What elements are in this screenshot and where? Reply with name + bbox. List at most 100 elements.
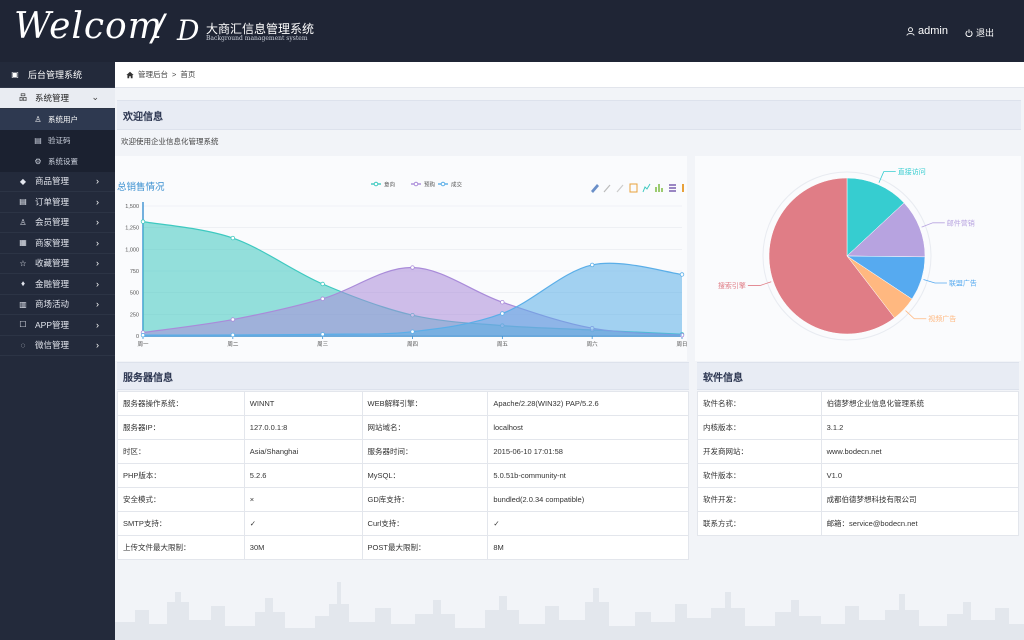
mark-icon-shape bbox=[591, 184, 599, 193]
server-panel-title: 服务器信息 bbox=[117, 362, 689, 390]
data-point[interactable] bbox=[410, 329, 415, 334]
submenu-label: 验证码 bbox=[48, 135, 71, 145]
software-info-row: 软件版本： V1.0 bbox=[697, 463, 1020, 488]
data-point[interactable] bbox=[230, 332, 236, 338]
y-tick-label: 1,000 bbox=[125, 247, 139, 253]
menu-wechat[interactable]: ◌ 微信管理 › bbox=[0, 336, 115, 356]
menu-label: 商场活动 bbox=[35, 299, 70, 310]
menu-favorites[interactable]: ☆ 收藏管理 › bbox=[0, 254, 115, 274]
menu-label: APP管理 bbox=[35, 319, 70, 330]
menu-label: 会员管理 bbox=[35, 217, 70, 228]
menu-finance[interactable]: ♦ 金融管理 › bbox=[0, 274, 115, 295]
submenu-captcha[interactable]: ▤ 验证码 bbox=[0, 129, 115, 151]
doc-icon: ▤ bbox=[34, 135, 42, 145]
top-header: Welcom / D 大商汇信息管理系统 Background manageme… bbox=[0, 0, 1024, 62]
server-info-value-cell: WINNT bbox=[243, 391, 363, 416]
tiled-icon[interactable] bbox=[682, 184, 684, 192]
pie-chart-svg: 直接访问邮件营销联盟广告视频广告 搜索引擎 bbox=[718, 167, 977, 341]
logo-slash: / bbox=[152, 8, 165, 49]
server-info-value-cell: × bbox=[243, 487, 363, 512]
data-point[interactable] bbox=[500, 311, 505, 316]
data-point[interactable] bbox=[140, 332, 146, 338]
legend-marker bbox=[373, 181, 379, 187]
data-point[interactable] bbox=[679, 272, 685, 277]
menu-goods[interactable]: ◆ 商品管理 › bbox=[0, 172, 115, 192]
data-point[interactable] bbox=[410, 265, 415, 270]
breadcrumb: 管理后台 > 首页 bbox=[115, 62, 1024, 88]
software-info-label-cell: 联系方式： bbox=[697, 511, 822, 536]
server-info-table: 服务器操作系统： WINNT WEB解释引擎： Apache/2.28(WIN32) … bbox=[117, 391, 689, 560]
software-title-text: 软件信息 bbox=[703, 372, 743, 384]
server-info-label-cell: 安全模式： bbox=[117, 487, 245, 512]
sidebar: ▣ 后台管理系统 品 系统管理 ⌄ ♙ 系统用户 ▤ 验证码 ⚙ 系统设置 ◆ … bbox=[0, 62, 115, 640]
x-tick-label: 周二 bbox=[227, 341, 239, 348]
server-info-row: PHP版本： 5.2.6 MySQL： 5.0.51b-community-nt bbox=[117, 463, 689, 488]
legend-label: 预购 bbox=[424, 181, 436, 189]
server-info-label-cell: 网站域名： bbox=[361, 415, 489, 440]
menu-members[interactable]: ♙ 会员管理 › bbox=[0, 213, 115, 233]
data-point[interactable] bbox=[140, 219, 146, 224]
data-point[interactable] bbox=[500, 299, 505, 305]
legend-item[interactable]: 预购 bbox=[411, 181, 436, 189]
chevron-down-icon: ⌄ bbox=[91, 92, 99, 103]
user-menu[interactable]: admin bbox=[906, 25, 948, 37]
server-info-label-cell: GD库支持： bbox=[361, 487, 489, 512]
data-point[interactable] bbox=[230, 317, 236, 322]
data-point[interactable] bbox=[320, 332, 325, 337]
submenu-settings[interactable]: ⚙ 系统设置 bbox=[0, 150, 115, 172]
data-point[interactable] bbox=[230, 235, 236, 241]
member-icon: ♙ bbox=[19, 217, 27, 227]
software-info-value-cell: 邮箱：service@bodecn.net bbox=[820, 511, 1020, 536]
sales-area-chart: 总销售情况 意向 预购 成交 0 250 500 750 1,000 1,250 1,500 周一 周二… bbox=[117, 181, 688, 349]
stack-icon[interactable] bbox=[669, 184, 676, 192]
x-tick-label: 周五 bbox=[497, 341, 509, 348]
breadcrumb-current: 首页 bbox=[180, 70, 196, 79]
mark-clear-icon[interactable] bbox=[616, 184, 624, 193]
submenu-label: 系统用户 bbox=[48, 114, 78, 124]
mark-icon[interactable] bbox=[591, 184, 599, 193]
legend-item[interactable]: 意向 bbox=[371, 181, 395, 189]
menu-label: 微信管理 bbox=[35, 340, 70, 351]
goods-icon: ◆ bbox=[19, 176, 27, 186]
activity-icon: ▥ bbox=[19, 299, 27, 309]
gear-icon: ⚙ bbox=[34, 156, 42, 166]
software-info-label-cell: 软件名称： bbox=[697, 391, 822, 416]
software-info-value-cell: 3.1.2 bbox=[820, 415, 1020, 440]
server-info-value-cell: Asia/Shanghai bbox=[243, 439, 363, 464]
data-point[interactable] bbox=[320, 296, 325, 301]
legend-item[interactable]: 成交 bbox=[438, 181, 463, 189]
data-point[interactable] bbox=[320, 281, 325, 287]
y-tick-label: 750 bbox=[130, 269, 139, 275]
menu-app[interactable]: ☐ APP管理 › bbox=[0, 315, 115, 336]
chevron-right-icon: › bbox=[96, 319, 99, 330]
logout-button[interactable]: 退出 bbox=[965, 26, 994, 39]
mark-undo-icon[interactable] bbox=[603, 184, 611, 193]
logout-label[interactable]: 退出 bbox=[976, 26, 994, 39]
data-point[interactable] bbox=[589, 262, 595, 268]
pie-label: 搜索引擎 bbox=[718, 281, 746, 290]
bar-icon[interactable] bbox=[655, 184, 663, 192]
x-tick-label: 周四 bbox=[407, 341, 418, 348]
data-view-icon[interactable] bbox=[629, 183, 638, 193]
server-info-label-cell: SMTP支持： bbox=[117, 511, 245, 536]
submenu-label: 系统设置 bbox=[48, 156, 78, 166]
line-icon[interactable] bbox=[642, 183, 651, 193]
pie-label-line bbox=[878, 171, 896, 183]
menu-label: 系统管理 bbox=[35, 92, 70, 103]
logo-welcome-text: Welcom bbox=[14, 6, 163, 47]
menu-merchants[interactable]: ▦ 商家管理 › bbox=[0, 233, 115, 254]
breadcrumb-home[interactable]: 管理后台 bbox=[138, 69, 168, 80]
chevron-right-icon: › bbox=[96, 278, 99, 289]
menu-system[interactable]: 品 系统管理 ⌄ bbox=[0, 88, 115, 109]
legend-marker bbox=[413, 181, 419, 187]
home-icon[interactable] bbox=[126, 71, 134, 79]
server-info-value-cell: bundled(2.0.34 compatible) bbox=[487, 487, 689, 512]
sidebar-title: 后台管理系统 bbox=[28, 70, 83, 80]
server-info-label-cell: 上传文件最大限制： bbox=[117, 535, 245, 560]
menu-activity[interactable]: ▥ 商场活动 › bbox=[0, 295, 115, 315]
server-info-label-cell: 服务器IP： bbox=[117, 415, 245, 440]
chevron-right-icon: › bbox=[96, 299, 99, 310]
username[interactable]: admin bbox=[918, 25, 948, 37]
submenu-system-user[interactable]: ♙ 系统用户 bbox=[0, 108, 115, 130]
menu-orders[interactable]: ▤ 订单管理 › bbox=[0, 192, 115, 213]
